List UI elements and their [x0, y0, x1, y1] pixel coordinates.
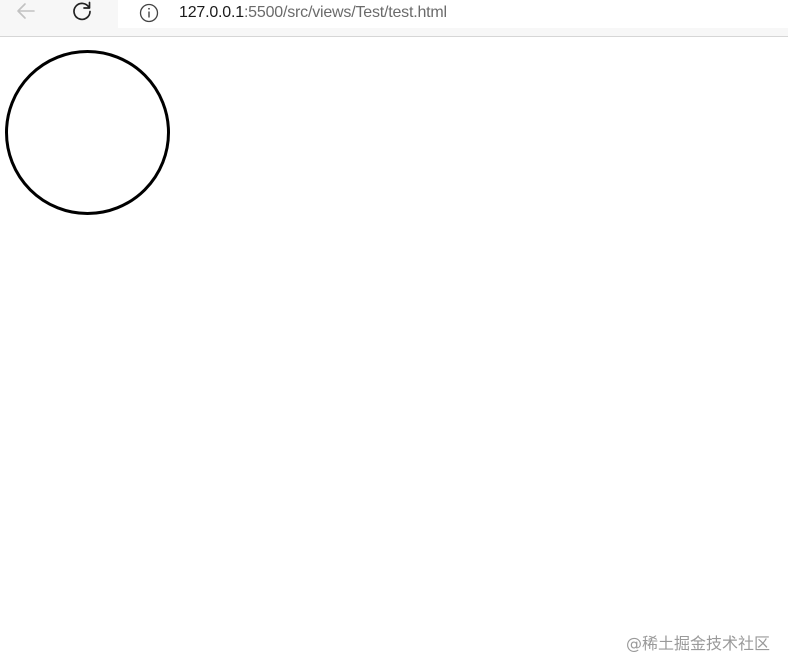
address-bar[interactable]: 127.0.0.1:5500/src/views/Test/test.html — [118, 0, 788, 28]
browser-toolbar: 127.0.0.1:5500/src/views/Test/test.html — [0, 0, 788, 37]
page-content: @稀土掘金技术社区 — [0, 37, 788, 670]
url-path: :5500/src/views/Test/test.html — [243, 4, 447, 21]
url-text[interactable]: 127.0.0.1:5500/src/views/Test/test.html — [179, 3, 447, 23]
reload-icon — [70, 0, 94, 28]
circle-outline — [5, 50, 170, 215]
watermark: @稀土掘金技术社区 — [625, 634, 770, 653]
url-host: 127.0.0.1 — [179, 4, 244, 21]
info-icon[interactable] — [138, 2, 160, 24]
back-button[interactable] — [8, 0, 44, 26]
arrow-left-icon — [14, 0, 38, 28]
reload-button[interactable] — [64, 0, 100, 26]
